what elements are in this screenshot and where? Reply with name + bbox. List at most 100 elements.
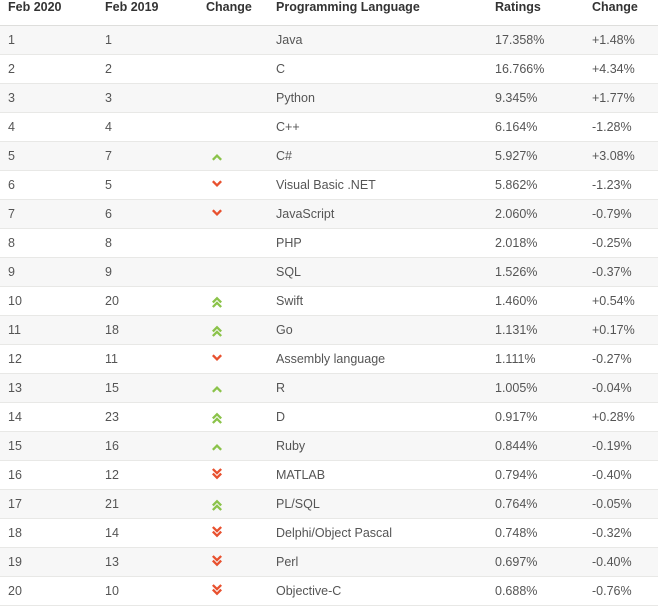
cell-rank-current: 8	[0, 228, 100, 258]
cell-rank-previous: 7	[100, 141, 193, 171]
table-row[interactable]: 8 8 PHP 2.018% -0.25%	[0, 228, 658, 258]
cell-ratings: 5.862%	[478, 170, 573, 200]
table-header-row: Feb 2020 Feb 2019 Change Programming Lan…	[0, 0, 658, 26]
table-row[interactable]: 19 13 Perl 0.697% -0.40%	[0, 547, 658, 577]
cell-rank-previous: 4	[100, 112, 193, 142]
cell-rank-current: 15	[0, 431, 100, 461]
table-row[interactable]: 16 12 MATLAB 0.794% -0.40%	[0, 460, 658, 490]
cell-ratings: 0.697%	[478, 547, 573, 577]
cell-rank-current: 11	[0, 315, 100, 345]
cell-rank-previous: 6	[100, 199, 193, 229]
cell-rank-current: 20	[0, 576, 100, 606]
cell-rank-change	[193, 141, 271, 171]
chevron-double-up-icon	[209, 322, 225, 338]
table-row[interactable]: 7 6 JavaScript 2.060% -0.79%	[0, 199, 658, 229]
cell-ratings: 0.917%	[478, 402, 573, 432]
cell-rank-previous: 16	[100, 431, 193, 461]
cell-language: PHP	[271, 228, 478, 258]
cell-ratings-change: +0.28%	[573, 402, 658, 432]
cell-ratings: 0.844%	[478, 431, 573, 461]
cell-rank-current: 3	[0, 83, 100, 113]
cell-ratings: 1.111%	[478, 344, 573, 374]
chevron-down-icon	[209, 206, 225, 222]
cell-rank-change	[193, 83, 271, 113]
cell-ratings-change: -0.25%	[573, 228, 658, 258]
cell-ratings-change: +3.08%	[573, 141, 658, 171]
cell-ratings: 1.526%	[478, 257, 573, 287]
cell-rank-current: 18	[0, 518, 100, 548]
column-header-rank-change[interactable]: Change	[193, 0, 271, 26]
cell-language: D	[271, 402, 478, 432]
cell-rank-change	[193, 170, 271, 200]
cell-rank-current: 19	[0, 547, 100, 577]
cell-rank-current: 4	[0, 112, 100, 142]
table-row[interactable]: 18 14 Delphi/Object Pascal 0.748% -0.32%	[0, 518, 658, 548]
cell-language: R	[271, 373, 478, 403]
table-row[interactable]: 2 2 C 16.766% +4.34%	[0, 54, 658, 84]
table-row[interactable]: 5 7 C# 5.927% +3.08%	[0, 141, 658, 171]
chevron-double-down-icon	[209, 554, 225, 570]
column-header-ratings[interactable]: Ratings	[478, 0, 573, 26]
cell-rank-change	[193, 518, 271, 548]
cell-rank-change	[193, 315, 271, 345]
cell-rank-current: 2	[0, 54, 100, 84]
cell-rank-change	[193, 228, 271, 258]
cell-language: C#	[271, 141, 478, 171]
cell-rank-current: 12	[0, 344, 100, 374]
cell-rank-change	[193, 286, 271, 316]
cell-ratings-change: -0.40%	[573, 547, 658, 577]
cell-ratings-change: +0.17%	[573, 315, 658, 345]
cell-ratings-change: -0.76%	[573, 576, 658, 606]
cell-ratings: 0.688%	[478, 576, 573, 606]
cell-rank-change	[193, 373, 271, 403]
table-row[interactable]: 17 21 PL/SQL 0.764% -0.05%	[0, 489, 658, 519]
chevron-up-icon	[209, 148, 225, 164]
cell-rank-previous: 14	[100, 518, 193, 548]
column-header-rank-current[interactable]: Feb 2020	[0, 0, 100, 26]
cell-ratings-change: -0.79%	[573, 199, 658, 229]
cell-ratings-change: +0.54%	[573, 286, 658, 316]
cell-rank-previous: 13	[100, 547, 193, 577]
table-row[interactable]: 13 15 R 1.005% -0.04%	[0, 373, 658, 403]
column-header-ratings-change[interactable]: Change	[573, 0, 658, 26]
cell-language: Ruby	[271, 431, 478, 461]
table-row[interactable]: 9 9 SQL 1.526% -0.37%	[0, 257, 658, 287]
cell-ratings: 9.345%	[478, 83, 573, 113]
chevron-double-down-icon	[209, 583, 225, 599]
cell-rank-previous: 11	[100, 344, 193, 374]
cell-rank-current: 1	[0, 25, 100, 55]
cell-rank-previous: 1	[100, 25, 193, 55]
table-row[interactable]: 20 10 Objective-C 0.688% -0.76%	[0, 576, 658, 606]
column-header-rank-previous[interactable]: Feb 2019	[100, 0, 193, 26]
table-row[interactable]: 11 18 Go 1.131% +0.17%	[0, 315, 658, 345]
cell-rank-previous: 20	[100, 286, 193, 316]
right-gutter	[658, 0, 671, 594]
cell-rank-change	[193, 460, 271, 490]
cell-ratings-change: -0.04%	[573, 373, 658, 403]
table-row[interactable]: 6 5 Visual Basic .NET 5.862% -1.23%	[0, 170, 658, 200]
table-row[interactable]: 3 3 Python 9.345% +1.77%	[0, 83, 658, 113]
cell-ratings-change: -0.05%	[573, 489, 658, 519]
table-row[interactable]: 12 11 Assembly language 1.111% -0.27%	[0, 344, 658, 374]
cell-language: C++	[271, 112, 478, 142]
table-row[interactable]: 10 20 Swift 1.460% +0.54%	[0, 286, 658, 316]
cell-rank-current: 17	[0, 489, 100, 519]
table-row[interactable]: 1 1 Java 17.358% +1.48%	[0, 25, 658, 55]
table-row[interactable]: 14 23 D 0.917% +0.28%	[0, 402, 658, 432]
cell-ratings: 5.927%	[478, 141, 573, 171]
cell-rank-change	[193, 199, 271, 229]
cell-ratings-change: +1.77%	[573, 83, 658, 113]
cell-language: Swift	[271, 286, 478, 316]
cell-ratings-change: -0.19%	[573, 431, 658, 461]
cell-rank-change	[193, 576, 271, 606]
table-row[interactable]: 4 4 C++ 6.164% -1.28%	[0, 112, 658, 142]
cell-rank-previous: 15	[100, 373, 193, 403]
cell-rank-previous: 2	[100, 54, 193, 84]
cell-ratings: 0.748%	[478, 518, 573, 548]
chevron-double-up-icon	[209, 496, 225, 512]
cell-ratings: 2.060%	[478, 199, 573, 229]
table-row[interactable]: 15 16 Ruby 0.844% -0.19%	[0, 431, 658, 461]
column-header-language[interactable]: Programming Language	[271, 0, 478, 26]
cell-language: SQL	[271, 257, 478, 287]
cell-ratings-change: +4.34%	[573, 54, 658, 84]
